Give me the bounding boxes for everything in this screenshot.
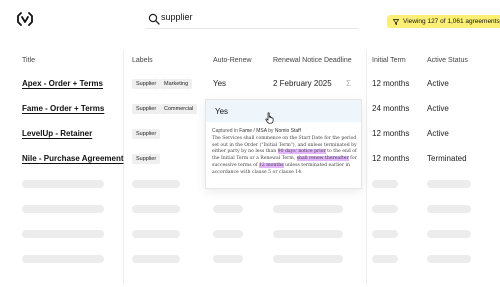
label-tag[interactable]: Marketing bbox=[160, 79, 193, 89]
auto-renew-value[interactable]: Yes bbox=[215, 107, 228, 116]
skeleton-bar bbox=[213, 230, 243, 238]
skeleton-bar bbox=[273, 255, 343, 263]
skeleton-bar bbox=[372, 205, 398, 213]
column-header-title[interactable]: Title bbox=[22, 57, 35, 64]
sigma-icon[interactable]: Σ bbox=[346, 79, 351, 88]
app-logo-icon[interactable] bbox=[17, 12, 33, 26]
result-count-badge[interactable]: Viewing 127 of 1,061 agreements bbox=[387, 15, 500, 28]
column-header-renewal-deadline[interactable]: Renewal Notice Deadline bbox=[273, 57, 352, 64]
skeleton-bar bbox=[427, 205, 471, 213]
label-tag[interactable]: Supplier bbox=[132, 129, 161, 139]
capture-source: Captured in Fame / MSA by Nomio Staff bbox=[212, 128, 301, 134]
renewal-deadline-cell[interactable]: 2 February 2025 bbox=[273, 79, 332, 88]
capture-by: by bbox=[266, 128, 275, 134]
column-header-labels[interactable]: Labels bbox=[132, 57, 153, 64]
column-header-initial-term[interactable]: Initial Term bbox=[372, 57, 406, 64]
skeleton-bar bbox=[372, 230, 398, 238]
column-divider bbox=[366, 50, 367, 285]
skeleton-bar bbox=[427, 255, 471, 263]
column-divider bbox=[123, 50, 124, 285]
source-popover: Yes Captured in Fame / MSA by Nomio Staf… bbox=[205, 99, 362, 189]
initial-term-cell[interactable]: 24 months bbox=[372, 104, 409, 113]
skeleton-bar bbox=[22, 255, 104, 263]
popover-value-row[interactable]: Yes bbox=[206, 100, 361, 124]
skeleton-bar bbox=[132, 205, 180, 213]
skeleton-bar bbox=[132, 180, 180, 188]
skeleton-bar bbox=[427, 230, 471, 238]
clause-excerpt: The Services shall commence on the Start… bbox=[212, 136, 357, 176]
skeleton-bar bbox=[213, 205, 243, 213]
search-input[interactable]: supplier bbox=[161, 12, 193, 22]
initial-term-cell[interactable]: 12 months bbox=[372, 154, 409, 163]
row-title-link[interactable]: Apex - Order + Terms bbox=[22, 79, 103, 88]
clause-highlight: shall renew thereafter bbox=[296, 156, 349, 162]
auto-renew-cell[interactable]: Yes bbox=[213, 79, 226, 88]
label-tag[interactable]: Supplier bbox=[132, 104, 161, 114]
capture-prefix: Captured in bbox=[212, 128, 240, 134]
skeleton-bar bbox=[22, 230, 104, 238]
result-count-text: Viewing 127 of 1,061 agreements bbox=[403, 18, 500, 25]
capture-document-link[interactable]: Fame / MSA bbox=[239, 128, 267, 134]
pointer-cursor-icon bbox=[265, 112, 274, 124]
status-cell[interactable]: Active bbox=[427, 79, 449, 88]
row-title-link[interactable]: Nile - Purchase Agreement bbox=[22, 154, 124, 163]
skeleton-bar bbox=[273, 230, 343, 238]
status-cell[interactable]: Terminated bbox=[427, 154, 467, 163]
capture-author: Nomio Staff bbox=[274, 128, 301, 134]
label-tag[interactable]: Supplier bbox=[132, 154, 161, 164]
label-tag[interactable]: Commercial bbox=[160, 104, 198, 114]
skeleton-bar bbox=[22, 205, 104, 213]
status-cell[interactable]: Active bbox=[427, 104, 449, 113]
clause-highlight: 12 months bbox=[259, 162, 284, 168]
skeleton-bar bbox=[372, 180, 398, 188]
skeleton-bar bbox=[372, 255, 398, 263]
filter-icon bbox=[393, 18, 399, 25]
skeleton-bar bbox=[132, 255, 180, 263]
initial-term-cell[interactable]: 12 months bbox=[372, 129, 409, 138]
row-title-link[interactable]: Fame - Order + Terms bbox=[22, 104, 104, 113]
column-header-active-status[interactable]: Active Status bbox=[427, 57, 468, 64]
search-bar[interactable]: supplier bbox=[146, 10, 358, 29]
skeleton-bar bbox=[22, 180, 104, 188]
row-title-link[interactable]: LevelUp - Retainer bbox=[22, 129, 92, 138]
search-icon bbox=[148, 13, 160, 25]
clause-highlight: 90 days' notice prior bbox=[277, 149, 326, 155]
skeleton-bar bbox=[213, 255, 243, 263]
label-tag[interactable]: Supplier bbox=[132, 79, 161, 89]
initial-term-cell[interactable]: 12 months bbox=[372, 79, 409, 88]
skeleton-bar bbox=[427, 180, 471, 188]
skeleton-bar bbox=[273, 205, 343, 213]
column-header-auto-renew[interactable]: Auto-Renew bbox=[213, 57, 252, 64]
skeleton-bar bbox=[132, 230, 180, 238]
status-cell[interactable]: Active bbox=[427, 129, 449, 138]
